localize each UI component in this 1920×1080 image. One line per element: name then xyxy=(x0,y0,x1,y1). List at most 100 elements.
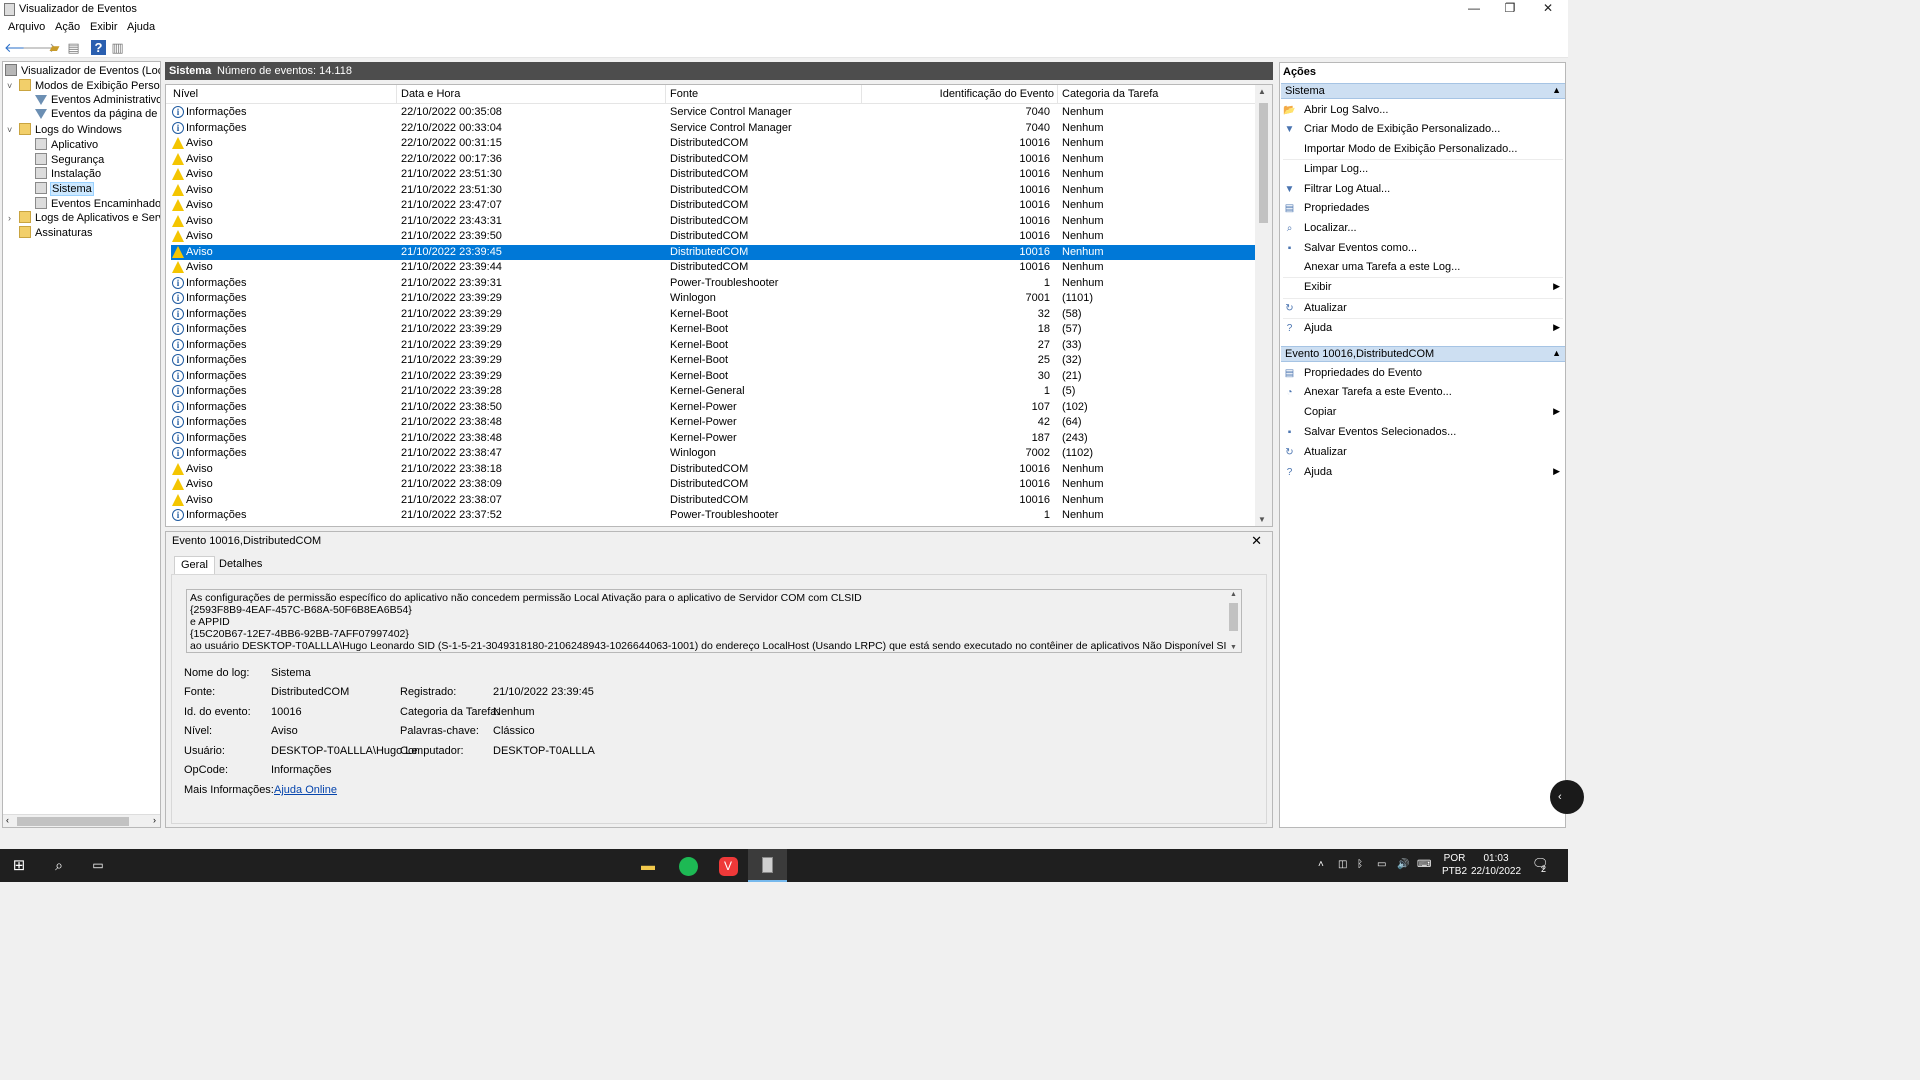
event-viewer-taskbar-button[interactable] xyxy=(748,849,787,882)
event-row[interactable]: i Informações 21/10/2022 23:39:29 Kernel-Bo… xyxy=(171,369,1255,385)
tree-subscriptions[interactable]: Assinaturas xyxy=(19,226,93,241)
bluetooth-icon[interactable]: ᛒ xyxy=(1357,858,1363,871)
action-item[interactable]: ◔ Anexar Tarefa a este Evento... xyxy=(1283,384,1564,402)
event-row[interactable]: Aviso 21/10/2022 23:39:44 DistributedCOM 10… xyxy=(171,260,1255,276)
action-item[interactable]: ▤ Propriedades xyxy=(1283,200,1564,218)
event-row[interactable]: i Informações 21/10/2022 23:38:47 Winlogon 7… xyxy=(171,446,1255,462)
action-item[interactable]: ↻ Atualizar xyxy=(1283,300,1564,318)
minimize-button[interactable]: — xyxy=(1456,0,1492,19)
event-row[interactable]: Aviso 21/10/2022 23:51:30 DistributedCOM 10… xyxy=(171,183,1255,199)
tree-horizontal-scrollbar[interactable]: ‹ › xyxy=(3,814,160,827)
collapse-caret-icon[interactable]: ▲ xyxy=(1552,85,1561,95)
user-value[interactable]: DESKTOP-T0ALLLA\Hugo Le xyxy=(271,745,418,757)
close-button[interactable]: ✕ xyxy=(1530,0,1566,19)
column-date[interactable]: Data e Hora xyxy=(401,88,460,100)
column-divider[interactable] xyxy=(861,85,862,104)
back-arrow-icon[interactable]: 🡐 xyxy=(4,40,39,55)
action-item[interactable]: Anexar uma Tarefa a este Log... xyxy=(1283,259,1564,277)
scrollbar-thumb[interactable] xyxy=(17,817,129,826)
computer-value[interactable]: DESKTOP-T0ALLLA xyxy=(493,745,595,757)
action-item[interactable]: Copiar ▶ xyxy=(1283,404,1564,422)
maximize-button[interactable]: ❐ xyxy=(1492,0,1528,19)
action-item[interactable]: ? Ajuda ▶ xyxy=(1283,320,1564,338)
show-hide-actions-icon[interactable]: ▥ xyxy=(110,40,125,55)
tray-app-icon[interactable]: ◫ xyxy=(1338,858,1347,871)
level-value[interactable]: Aviso xyxy=(271,725,298,737)
menu-exibir[interactable]: Exibir xyxy=(90,21,118,33)
vivaldi-icon[interactable]: V xyxy=(717,854,739,877)
column-divider[interactable] xyxy=(665,85,666,104)
actions-section-system[interactable]: Sistema ▲ xyxy=(1281,83,1565,99)
tree-log-system[interactable]: Sistema xyxy=(35,182,94,197)
tree-log-forwarded[interactable]: Eventos Encaminhados xyxy=(35,197,160,212)
event-row[interactable]: i Informações 21/10/2022 23:39:29 Kernel-Bo… xyxy=(171,322,1255,338)
column-divider[interactable] xyxy=(396,85,397,104)
event-id-value[interactable]: 10016 xyxy=(271,706,302,718)
event-row[interactable]: i Informações 22/10/2022 00:33:04 Service C… xyxy=(171,121,1255,137)
log-name-value[interactable]: Sistema xyxy=(271,667,311,679)
event-row[interactable]: Aviso 22/10/2022 00:31:15 DistributedCOM 10… xyxy=(171,136,1255,152)
action-item[interactable]: 📂 Abrir Log Salvo... xyxy=(1283,102,1564,120)
forward-arrow-icon[interactable]: 🡒 xyxy=(22,40,57,55)
action-item[interactable]: Importar Modo de Exibição Personalizado.… xyxy=(1283,141,1564,159)
actions-section-event[interactable]: Evento 10016,DistributedCOM ▲ xyxy=(1281,346,1565,362)
event-row[interactable]: Aviso 22/10/2022 00:17:36 DistributedCOM 10… xyxy=(171,152,1255,168)
tray-overflow-chevron-icon[interactable]: ˄ xyxy=(1318,858,1324,871)
event-row[interactable]: Aviso 21/10/2022 23:51:30 DistributedCOM 10… xyxy=(171,167,1255,183)
event-row[interactable]: Aviso 21/10/2022 23:38:09 DistributedCOM 10… xyxy=(171,477,1255,493)
keyboard-icon[interactable]: ⌨ xyxy=(1417,858,1431,871)
opcode-value[interactable]: Informações xyxy=(271,764,332,776)
scroll-right-icon[interactable]: › xyxy=(153,815,156,825)
tree-admin-events[interactable]: Eventos Administrativos xyxy=(35,94,160,109)
event-row[interactable]: i Informações 21/10/2022 23:38:50 Kernel-Po… xyxy=(171,400,1255,416)
event-row[interactable]: i Informações 21/10/2022 23:39:29 Winlogon 7… xyxy=(171,291,1255,307)
keywords-value[interactable]: Clássico xyxy=(493,725,535,737)
source-value[interactable]: DistributedCOM xyxy=(271,686,349,698)
event-row[interactable]: Aviso 21/10/2022 23:43:31 DistributedCOM 10… xyxy=(171,214,1255,230)
menu-ajuda[interactable]: Ajuda xyxy=(127,21,155,33)
event-row[interactable]: i Informações 21/10/2022 23:39:28 Kernel-Ge… xyxy=(171,384,1255,400)
event-row[interactable]: i Informações 21/10/2022 23:37:52 Power-Tro… xyxy=(171,508,1255,524)
collapse-chevron-icon[interactable]: › xyxy=(8,213,11,223)
collapse-caret-icon[interactable]: ▲ xyxy=(1552,348,1561,358)
tree-page-events[interactable]: Eventos da página de res xyxy=(35,108,160,123)
tree-log-setup[interactable]: Instalação xyxy=(35,167,102,182)
action-item[interactable]: ▪ Salvar Eventos Selecionados... xyxy=(1283,424,1564,442)
event-list-scrollbar[interactable]: ▲ ▼ xyxy=(1255,85,1272,526)
up-folder-icon[interactable]: ▰ xyxy=(47,40,62,55)
tree-windows-logs[interactable]: Logs do Windows xyxy=(19,123,123,138)
input-language[interactable]: POR PTB2 xyxy=(1442,852,1467,878)
action-item[interactable]: ↻ Atualizar xyxy=(1283,444,1564,462)
event-row[interactable]: i Informações 21/10/2022 23:38:48 Kernel-Po… xyxy=(171,415,1255,431)
action-item[interactable]: Exibir ▶ xyxy=(1283,279,1564,297)
scroll-down-icon[interactable]: ▼ xyxy=(1258,515,1266,524)
event-row[interactable]: Aviso 21/10/2022 23:39:50 DistributedCOM 10… xyxy=(171,229,1255,245)
tree-log-security[interactable]: Segurança xyxy=(35,153,105,168)
column-divider[interactable] xyxy=(1057,85,1058,104)
action-item[interactable]: ? Ajuda ▶ xyxy=(1283,464,1564,482)
column-level[interactable]: Nível xyxy=(173,88,198,100)
event-message[interactable]: As configurações de permissão específico… xyxy=(186,589,1242,653)
action-item[interactable]: ▪ Salvar Eventos como... xyxy=(1283,240,1564,258)
online-help-link[interactable]: Ajuda Online xyxy=(274,784,337,796)
tree-apps-services-logs[interactable]: Logs de Aplicativos e Serviço xyxy=(19,211,160,226)
tab-general[interactable]: Geral xyxy=(174,556,215,575)
expand-chevron-icon[interactable]: ˅ xyxy=(7,81,12,91)
event-row[interactable]: i Informações 22/10/2022 00:35:08 Service C… xyxy=(171,105,1255,121)
action-item[interactable]: ▼ Filtrar Log Atual... xyxy=(1283,181,1564,199)
floating-side-button[interactable]: ‹ xyxy=(1550,780,1584,814)
menu-arquivo[interactable]: Arquivo xyxy=(8,21,45,33)
action-item[interactable]: ▤ Propriedades do Evento xyxy=(1283,365,1564,383)
file-explorer-icon[interactable]: ▬ xyxy=(637,854,659,877)
windows-start-icon[interactable]: ⊞ xyxy=(8,854,30,877)
column-source[interactable]: Fonte xyxy=(670,88,698,100)
spotify-icon[interactable] xyxy=(677,854,699,877)
event-row[interactable]: i Informações 21/10/2022 23:39:29 Kernel-Bo… xyxy=(171,338,1255,354)
menu-acao[interactable]: Ação xyxy=(55,21,80,33)
event-row[interactable]: i Informações 21/10/2022 23:38:48 Kernel-Po… xyxy=(171,431,1255,447)
help-icon[interactable]: ? xyxy=(91,40,106,55)
event-row[interactable]: i Informações 21/10/2022 23:39:29 Kernel-Bo… xyxy=(171,353,1255,369)
scrollbar-thumb[interactable] xyxy=(1229,603,1238,631)
search-icon[interactable]: ⌕ xyxy=(48,854,70,877)
event-row[interactable]: Aviso 21/10/2022 23:47:07 DistributedCOM 10… xyxy=(171,198,1255,214)
